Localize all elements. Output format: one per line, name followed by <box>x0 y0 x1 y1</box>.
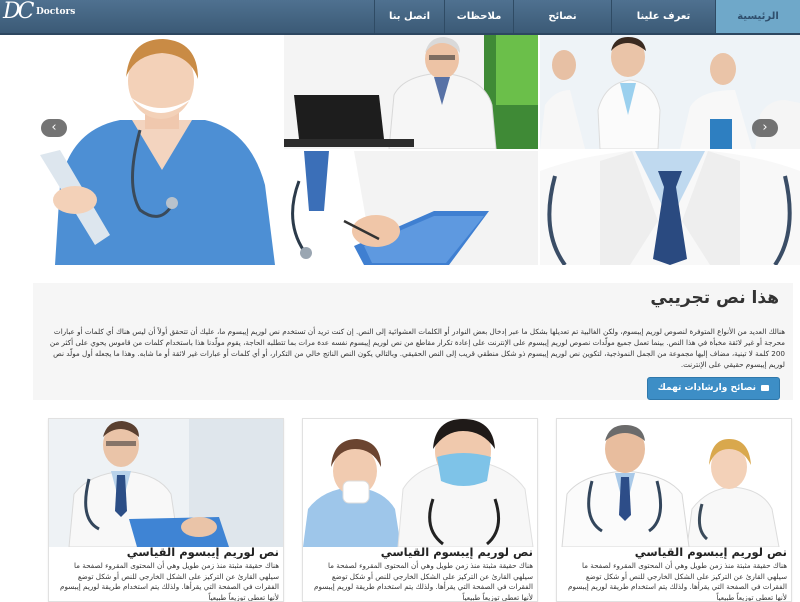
card-middle: نص لوريم إيبسوم القياسي هناك حقيقة مثبتة… <box>302 418 538 602</box>
nav-divider <box>513 0 514 33</box>
nav-item-tips[interactable]: نصائح <box>514 0 611 33</box>
card-title: نص لوريم إيبسوم القياسي <box>126 545 279 559</box>
intro-section: هذا نص تجريبي هنالك العديد من الأنواع ال… <box>33 283 793 400</box>
nav-divider <box>374 0 375 33</box>
logo-text: Doctors <box>36 7 76 17</box>
intro-title: هذا نص تجريبي <box>650 288 779 308</box>
top-navbar: DC Doctors الرئيسية تعرف علينا نصائح ملا… <box>0 0 800 35</box>
card-title: نص لوريم إيبسوم القياسي <box>634 545 787 559</box>
slider-prev-button[interactable]: ‹ <box>41 119 67 137</box>
message-icon <box>761 384 769 391</box>
card-image-doctor-duo <box>557 419 791 547</box>
nav-divider <box>611 0 612 33</box>
logo-mark: DC <box>3 0 35 24</box>
card-left: نص لوريم إيبسوم القياسي هناك حقيقة مثبتة… <box>48 418 284 602</box>
cta-label: نصائح وارشادات تهمك <box>657 383 756 393</box>
nav-item-notes[interactable]: ملاحظات <box>445 0 513 33</box>
hero-image-clipboard <box>284 151 538 265</box>
nav-divider <box>715 0 716 33</box>
hero-slider: ‹ › <box>0 35 800 265</box>
card-text: هناك حقيقة مثبتة منذ زمن طويل وهي أن الم… <box>314 561 533 602</box>
card-text: هناك حقيقة مثبتة منذ زمن طويل وهي أن الم… <box>568 561 787 602</box>
card-text: هناك حقيقة مثبتة منذ زمن طويل وهي أن الم… <box>60 561 279 602</box>
nav-item-contact[interactable]: اتصل بنا <box>375 0 444 33</box>
card-title: نص لوريم إيبسوم القياسي <box>380 545 533 559</box>
card-image-patient-nurse <box>303 419 537 547</box>
hero-image-nurse <box>0 35 282 265</box>
nav-item-about[interactable]: تعرف علينا <box>612 0 715 33</box>
card-right: نص لوريم إيبسوم القياسي هناك حقيقة مثبتة… <box>556 418 792 602</box>
intro-text: هنالك العديد من الأنواع المتوفرة لنصوص ل… <box>49 327 785 369</box>
hero-image-doctor-tie <box>540 151 800 265</box>
site-logo[interactable]: DC Doctors <box>3 0 83 31</box>
slider-next-button[interactable]: › <box>752 119 778 137</box>
card-image-doctor-clipboard <box>49 419 283 547</box>
nav-divider <box>444 0 445 33</box>
tips-cta-button[interactable]: نصائح وارشادات تهمك <box>646 377 780 400</box>
hero-image-doctor-laptop <box>284 35 538 149</box>
nav-item-home[interactable]: الرئيسية <box>716 0 800 33</box>
